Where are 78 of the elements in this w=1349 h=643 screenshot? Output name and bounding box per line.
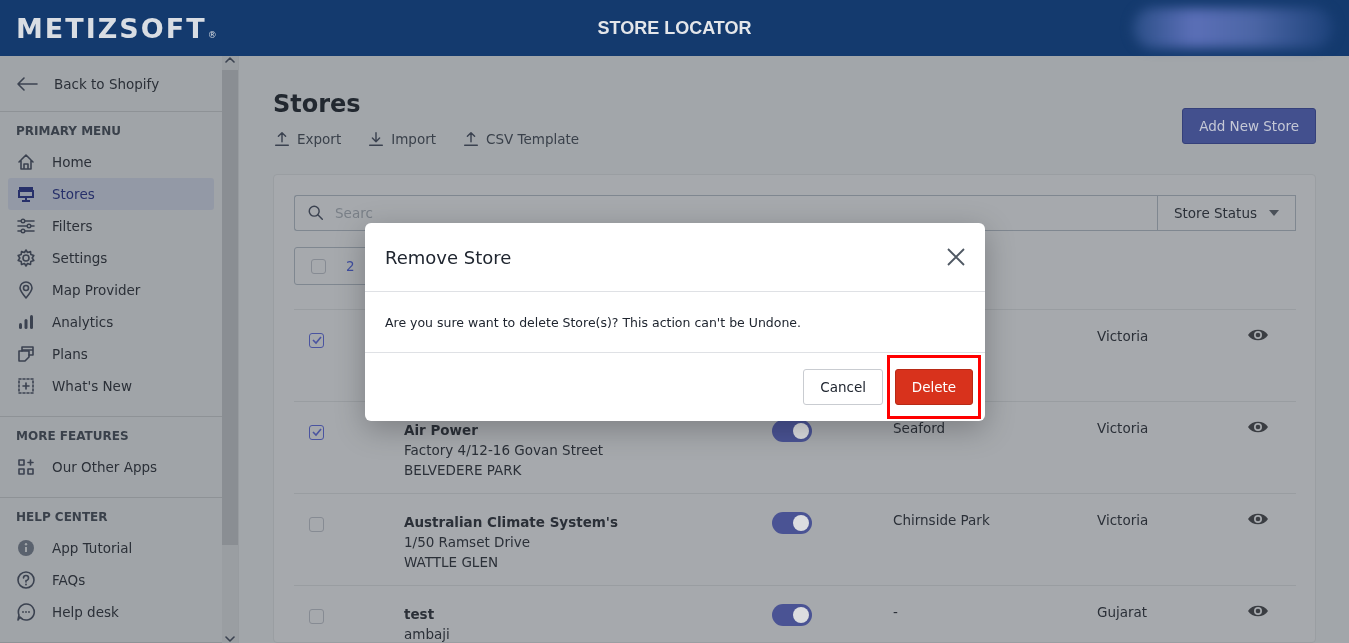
nav-item[interactable]: Stores bbox=[8, 178, 214, 210]
status-toggle[interactable] bbox=[772, 420, 812, 442]
page-title: Stores bbox=[273, 90, 362, 118]
registered-mark: ® bbox=[207, 29, 217, 40]
checkbox[interactable] bbox=[311, 258, 326, 274]
dialog-message: Are you sure want to delete Store(s)? This action can't be Undone. bbox=[385, 314, 802, 330]
nav-item[interactable]: Settings bbox=[8, 242, 214, 274]
store-name: Australian Climate System's bbox=[404, 513, 620, 532]
checkbox[interactable] bbox=[309, 332, 324, 348]
gear-icon bbox=[16, 248, 36, 268]
delete-button[interactable]: Delete bbox=[894, 369, 974, 405]
city-text: - bbox=[893, 604, 898, 620]
eye-icon[interactable] bbox=[1247, 420, 1269, 434]
house-icon bbox=[16, 152, 36, 172]
caret-icon bbox=[1269, 210, 1279, 216]
section-heading: MORE FEATURES bbox=[15, 429, 130, 445]
nav-item[interactable]: Our Other Apps bbox=[8, 451, 214, 483]
section-heading: PRIMARY MENU bbox=[15, 124, 123, 140]
nav-item[interactable]: Map Provider bbox=[8, 274, 214, 306]
sliders-icon bbox=[16, 216, 36, 236]
store-name: test bbox=[404, 605, 436, 624]
selected-count: 2 bbox=[346, 258, 355, 274]
eye-icon[interactable] bbox=[1247, 328, 1269, 342]
toolbar-link[interactable]: Import bbox=[367, 130, 436, 148]
nav-item[interactable]: FAQs bbox=[8, 564, 214, 596]
eye-icon[interactable] bbox=[1247, 604, 1269, 618]
nav-item[interactable]: What's New bbox=[8, 370, 214, 402]
cancel-button[interactable]: Cancel bbox=[803, 369, 883, 405]
stacked-cards-icon bbox=[16, 344, 36, 364]
status-toggle[interactable] bbox=[772, 512, 812, 534]
store-address: Factory 4/12-16 Govan Street bbox=[404, 441, 605, 460]
grid-plus-icon bbox=[16, 457, 36, 477]
state-text: Victoria bbox=[1097, 512, 1149, 528]
app-title: STORE LOCATOR bbox=[597, 17, 752, 38]
toolbar-link[interactable]: CSV Template bbox=[462, 130, 580, 148]
checkbox[interactable] bbox=[309, 516, 324, 532]
nav-item[interactable]: Plans bbox=[8, 338, 214, 370]
nav-item[interactable]: Analytics bbox=[8, 306, 214, 338]
search-icon bbox=[307, 204, 325, 222]
store-address: ambaji bbox=[404, 625, 451, 642]
scrollbar[interactable] bbox=[222, 56, 238, 643]
nav-item[interactable]: Filters bbox=[8, 210, 214, 242]
bar-chart-icon bbox=[16, 312, 36, 332]
back-arrow-icon bbox=[16, 75, 38, 92]
nav-item[interactable]: Help desk bbox=[8, 596, 214, 628]
status-toggle[interactable] bbox=[772, 604, 812, 626]
scroll-up-icon[interactable] bbox=[225, 56, 235, 64]
nav-item[interactable]: App Tutorial bbox=[8, 532, 214, 564]
dashed-plus-icon bbox=[16, 376, 36, 396]
store-address: WATTLE GLEN bbox=[404, 553, 499, 572]
section-heading: HELP CENTER bbox=[15, 510, 109, 526]
city-text: Seaford bbox=[893, 420, 946, 436]
location-pin-icon bbox=[16, 280, 36, 300]
close-icon[interactable] bbox=[947, 248, 965, 266]
store-status-dropdown[interactable]: Store Status bbox=[1157, 195, 1296, 231]
eye-icon[interactable] bbox=[1247, 512, 1269, 526]
checkbox[interactable] bbox=[309, 424, 324, 440]
chat-bubble-icon bbox=[16, 602, 36, 622]
checkbox[interactable] bbox=[309, 608, 324, 624]
nav-item[interactable]: Home bbox=[8, 146, 214, 178]
dialog-title: Remove Store bbox=[385, 246, 512, 268]
brand-logo: METIZSOFT bbox=[16, 12, 207, 44]
state-text: Victoria bbox=[1097, 420, 1149, 436]
scroll-down-icon[interactable] bbox=[225, 635, 235, 643]
state-text: Gujarat bbox=[1097, 604, 1148, 620]
question-icon bbox=[16, 570, 36, 590]
upload-icon bbox=[273, 130, 291, 148]
info-icon bbox=[16, 538, 36, 558]
store-address: BELVEDERE PARK bbox=[404, 461, 523, 480]
download-icon bbox=[367, 130, 386, 148]
city-text: Chirnside Park bbox=[893, 512, 990, 528]
state-text: Victoria bbox=[1097, 328, 1149, 344]
store-address: 1/50 Ramset Drive bbox=[404, 533, 532, 552]
storefront-icon bbox=[16, 184, 36, 204]
upload-icon bbox=[462, 130, 480, 148]
add-store-button[interactable]: Add New Store bbox=[1182, 108, 1316, 144]
toolbar-link[interactable]: Export bbox=[273, 130, 342, 148]
store-name: Air Power bbox=[404, 421, 479, 440]
